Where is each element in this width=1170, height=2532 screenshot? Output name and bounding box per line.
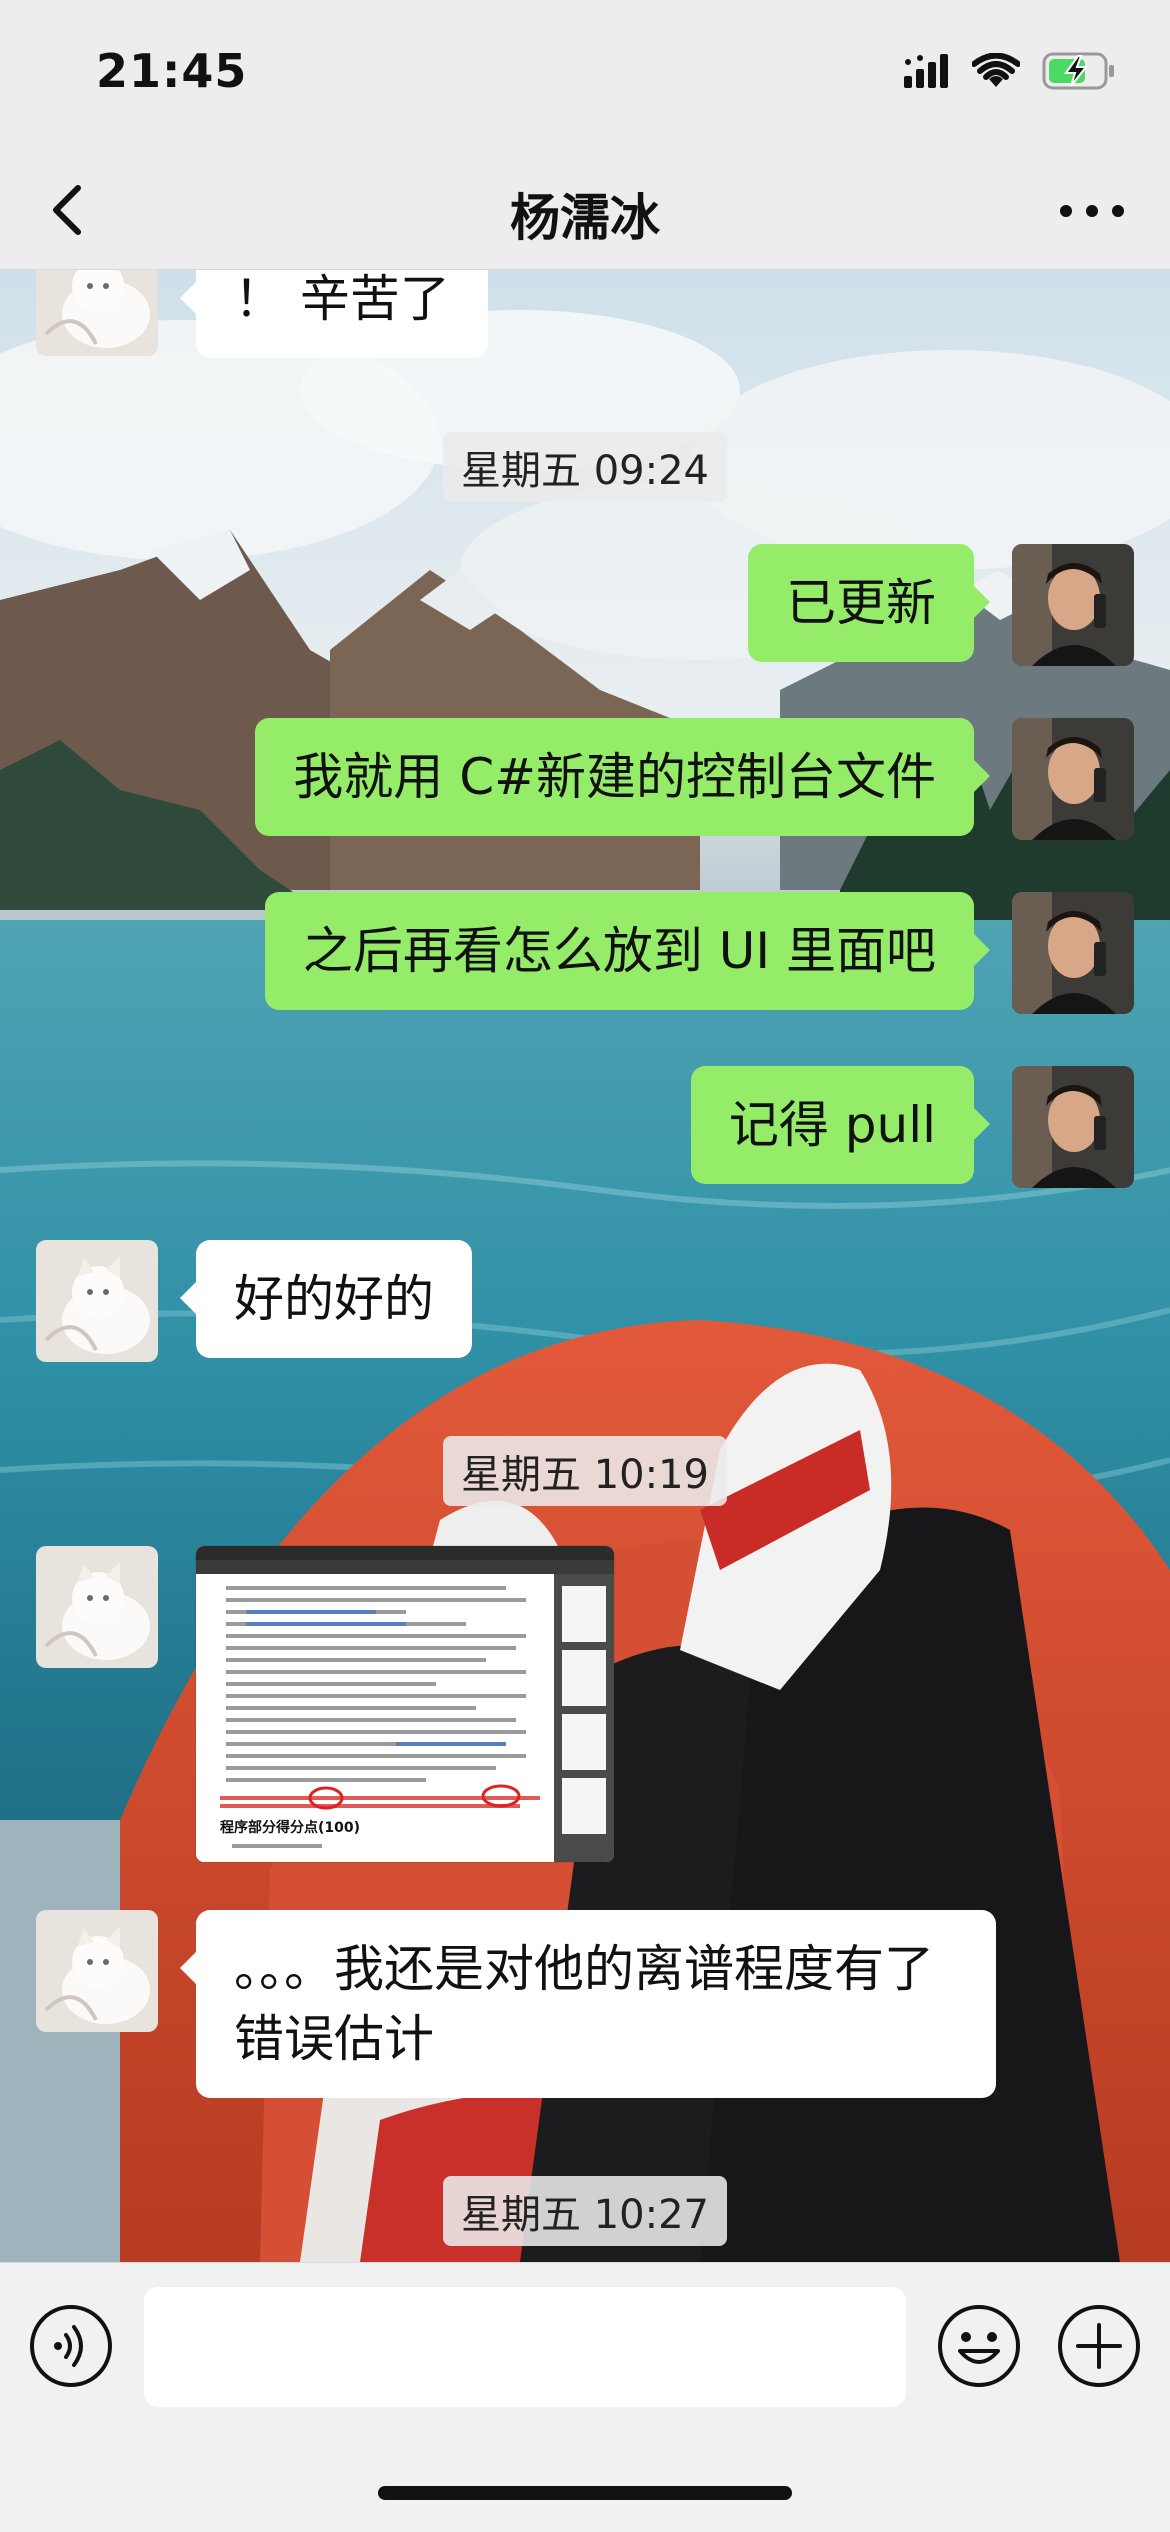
my-avatar[interactable]: [1012, 718, 1134, 840]
emoji-icon: [938, 2305, 1020, 2387]
message-input[interactable]: [144, 2287, 906, 2407]
message-bubble-outgoing[interactable]: 记得 pull: [690, 1066, 991, 1184]
contact-avatar[interactable]: [36, 1240, 158, 1362]
contact-avatar[interactable]: [36, 1910, 158, 2032]
contact-avatar[interactable]: [36, 270, 158, 356]
timestamp-label: 星期五 10:19: [443, 1436, 727, 1506]
message-bubble-incoming[interactable]: 。。。我还是对他的离谱程度有了错误估计: [180, 1910, 996, 2098]
message-list[interactable]: ！ 辛苦了 星期五 09:24 已更新 我就用 C#新建的控制台文件 之后再看怎…: [0, 270, 1170, 2262]
image-caption: 程序部分得分点(100): [220, 1819, 360, 1836]
cat-avatar-image: [36, 1910, 158, 2032]
status-icons: [904, 48, 1116, 98]
more-actions-button[interactable]: [1056, 2303, 1142, 2389]
status-bar: 21:45: [0, 0, 1170, 150]
more-dots-icon: [1060, 205, 1124, 217]
chat-header: 杨濡冰: [0, 150, 1170, 270]
cat-avatar-image: [36, 1240, 158, 1362]
message-timestamp: 星期五 10:19: [0, 1436, 1170, 1506]
message-bubble-outgoing[interactable]: 已更新: [748, 544, 990, 662]
message-timestamp: 星期五 09:24: [0, 432, 1170, 502]
my-avatar[interactable]: [1012, 892, 1134, 1014]
voice-input-button[interactable]: [28, 2303, 114, 2389]
message-bubble-incoming[interactable]: ！ 辛苦了: [180, 270, 488, 358]
message-bubble-incoming[interactable]: 好的好的: [180, 1240, 472, 1358]
man-avatar-image: [1012, 1066, 1134, 1188]
battery-charging-icon: [1042, 52, 1116, 94]
voice-icon: [30, 2305, 112, 2387]
document-screenshot-image: 程序部分得分点(100): [196, 1546, 614, 1862]
cat-avatar-image: [36, 270, 158, 356]
message-timestamp: 星期五 10:27: [0, 2176, 1170, 2246]
man-avatar-image: [1012, 544, 1134, 666]
man-avatar-image: [1012, 892, 1134, 1014]
plus-icon: [1058, 2305, 1140, 2387]
wifi-icon: [971, 52, 1021, 93]
image-message[interactable]: 程序部分得分点(100): [196, 1546, 614, 1862]
man-avatar-image: [1012, 718, 1134, 840]
my-avatar[interactable]: [1012, 544, 1134, 666]
cat-avatar-image: [36, 1546, 158, 1668]
more-button[interactable]: [1054, 186, 1130, 236]
contact-name: 杨濡冰: [510, 189, 660, 247]
emoji-button[interactable]: [936, 2303, 1022, 2389]
timestamp-label: 星期五 09:24: [443, 432, 727, 502]
signal-icon: [904, 54, 950, 92]
message-bubble-outgoing[interactable]: 之后再看怎么放到 UI 里面吧: [264, 892, 991, 1010]
message-bubble-outgoing[interactable]: 我就用 C#新建的控制台文件: [255, 718, 990, 836]
timestamp-label: 星期五 10:27: [443, 2176, 727, 2246]
contact-avatar[interactable]: [36, 1546, 158, 1668]
home-indicator[interactable]: [378, 2486, 792, 2500]
my-avatar[interactable]: [1012, 1066, 1134, 1188]
status-time: 21:45: [96, 44, 248, 98]
